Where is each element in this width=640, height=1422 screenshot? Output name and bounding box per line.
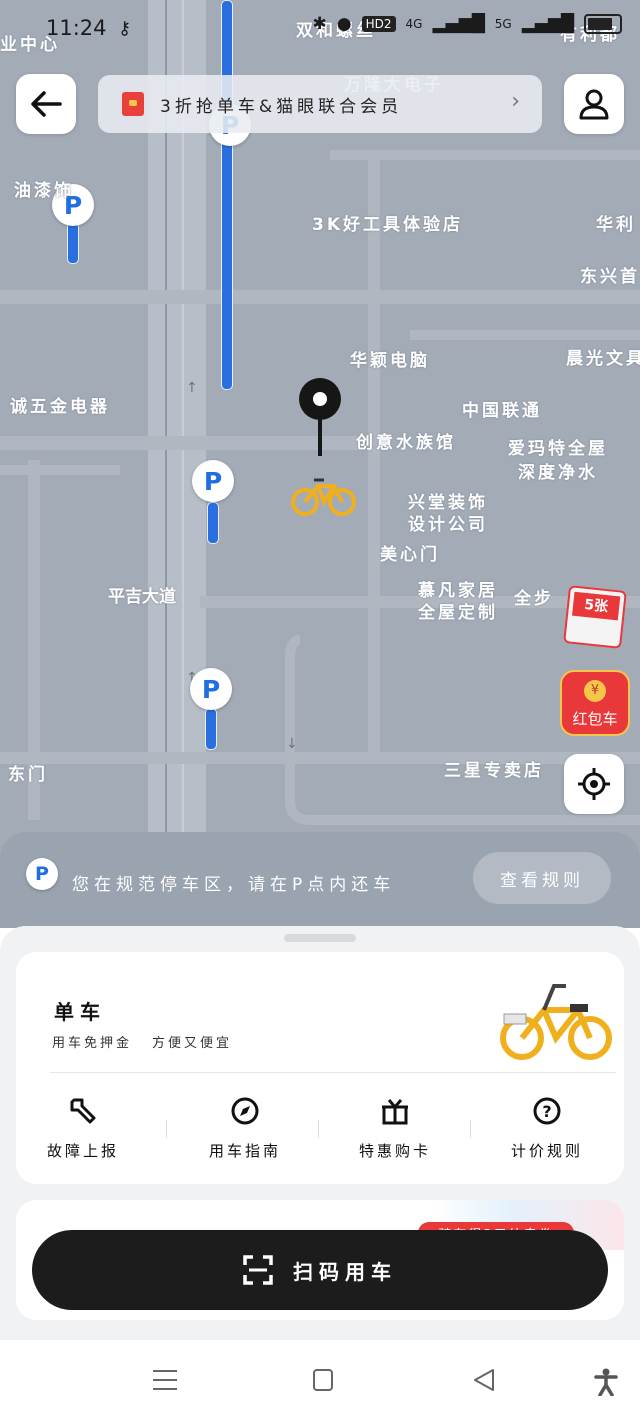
poi-label: 华颖电脑 xyxy=(350,351,430,371)
home-icon[interactable] xyxy=(312,1368,334,1392)
status-bar: 11:24 ⚷ ✱ ● HD2 4G ▂▄▆█ 5G ▂▄▆█ xyxy=(0,0,640,56)
poi-label: 东兴首 xyxy=(580,267,640,287)
user-guide-action[interactable]: 用车指南 xyxy=(190,1094,300,1161)
poi-label: 东门 xyxy=(8,765,48,785)
signal-bars-icon: ▂▄▆█ xyxy=(432,14,485,34)
parking-zone xyxy=(207,502,219,544)
compass-icon xyxy=(231,1097,259,1125)
report-fault-action[interactable]: 故障上报 xyxy=(28,1094,138,1161)
parking-zone xyxy=(205,708,217,750)
back-triangle-icon[interactable] xyxy=(472,1368,496,1392)
parking-info-strip: P 您在规范停车区，请在P点内还车 查看规则 xyxy=(0,832,640,928)
svg-text:↓: ↓ xyxy=(286,736,298,752)
parking-hint: 您在规范停车区，请在P点内还车 xyxy=(72,875,396,895)
bluetooth-icon: ✱ xyxy=(312,14,327,34)
accessibility-icon[interactable] xyxy=(594,1368,618,1396)
poi-label: 爱玛特全屋 xyxy=(508,439,608,459)
hd-icon: HD2 xyxy=(361,16,396,32)
menu-icon[interactable] xyxy=(152,1368,178,1392)
poi-label: 中国联通 xyxy=(462,401,542,421)
status-icons: ✱ ● HD2 4G ▂▄▆█ 5G ▂▄▆█ xyxy=(313,14,622,34)
question-circle-icon: ? xyxy=(533,1097,561,1125)
poi-label: 设计公司 xyxy=(408,515,488,535)
signal-4g-icon: 4G xyxy=(405,17,423,31)
poi-label: 华利 xyxy=(596,215,636,235)
map-view[interactable]: ↑ ↑ ↓ P P P P 双和螺丝 万隆大电子 油漆饰 3K好工具体验店 华颖… xyxy=(0,0,640,900)
promo-banner[interactable]: 3折抢单车&猫眼联合会员 › xyxy=(98,75,542,133)
crosshair-icon xyxy=(578,768,610,800)
road-label: 平吉大道 xyxy=(108,588,176,606)
chevron-right-icon: › xyxy=(511,89,520,114)
profile-button[interactable] xyxy=(564,74,624,134)
poi-label: 美心门 xyxy=(380,545,440,565)
locate-button[interactable] xyxy=(564,754,624,814)
bike-card-content: 单车 用车免押金 方便又便宜 故障上报 用车指南 特惠购卡 ? 计价规则 xyxy=(16,952,624,1184)
clock: 11:24 xyxy=(46,16,107,40)
location-marker-icon xyxy=(299,378,341,456)
system-nav-bar xyxy=(0,1340,640,1422)
coin-icon: ¥ xyxy=(584,680,606,702)
bike-illustration xyxy=(500,984,612,1060)
poi-label: 诚五金电器 xyxy=(10,397,110,417)
action-label: 故障上报 xyxy=(46,1142,119,1160)
wrench-icon xyxy=(70,1098,96,1124)
action-separator xyxy=(318,1120,319,1138)
poi-label: 3K好工具体验店 xyxy=(312,215,464,235)
action-label: 用车指南 xyxy=(208,1142,281,1160)
back-button[interactable] xyxy=(16,74,76,134)
sheet-drag-handle[interactable] xyxy=(284,934,356,942)
view-rules-button[interactable]: 查看规则 xyxy=(473,852,611,904)
scan-to-ride-button[interactable]: 扫码用车 xyxy=(32,1230,608,1310)
parking-pin[interactable]: P xyxy=(192,460,234,502)
signal-bars-icon: ▂▄▆█ xyxy=(521,14,574,34)
bike-card-title: 单车 xyxy=(54,1000,106,1024)
poi-label: 晨光文具 xyxy=(566,349,640,369)
coupon-count: 5张 xyxy=(572,591,621,621)
bike-marker-icon[interactable] xyxy=(290,474,358,518)
scan-label: 扫码用车 xyxy=(293,1259,397,1284)
scan-icon xyxy=(243,1255,273,1285)
action-label: 计价规则 xyxy=(510,1142,583,1160)
poi-label: 深度净水 xyxy=(518,463,598,483)
bike-card-subtitle-b: 方便又便宜 xyxy=(152,1036,233,1051)
coupon-badge[interactable]: 5张 xyxy=(563,585,627,649)
parking-zone xyxy=(67,222,79,264)
red-envelope-icon xyxy=(122,92,144,116)
svg-text:?: ? xyxy=(542,1102,551,1121)
action-label: 特惠购卡 xyxy=(358,1142,431,1160)
action-separator xyxy=(166,1120,167,1138)
parking-zone xyxy=(221,0,233,390)
svg-text:↑: ↑ xyxy=(186,380,198,396)
key-icon: ⚷ xyxy=(118,18,132,39)
poi-label: 三星专卖店 xyxy=(444,761,544,781)
user-icon xyxy=(579,89,609,120)
action-separator xyxy=(470,1120,471,1138)
poi-label: 全屋定制 xyxy=(418,603,498,623)
poi-label: 创意水族馆 xyxy=(356,433,456,453)
buy-card-action[interactable]: 特惠购卡 xyxy=(340,1094,450,1161)
promo-text: 3折抢单车&猫眼联合会员 xyxy=(160,96,403,117)
card-divider xyxy=(50,1072,616,1073)
battery-icon xyxy=(584,14,622,34)
parking-pin[interactable]: P xyxy=(190,668,232,710)
location-icon: ● xyxy=(336,14,352,34)
signal-5g-icon: 5G xyxy=(494,17,512,31)
gift-icon xyxy=(382,1099,408,1125)
pricing-rules-action[interactable]: ? 计价规则 xyxy=(492,1094,602,1161)
poi-label: 油漆饰 xyxy=(14,181,74,201)
arrow-left-icon xyxy=(31,91,62,117)
poi-label: 全步 xyxy=(514,589,554,609)
redpacket-label: 红包车 xyxy=(572,710,618,728)
redpacket-bike-button[interactable]: ¥ 红包车 xyxy=(560,670,630,736)
parking-pin-icon: P xyxy=(26,858,58,890)
bike-card-subtitle-a: 用车免押金 xyxy=(52,1036,133,1051)
